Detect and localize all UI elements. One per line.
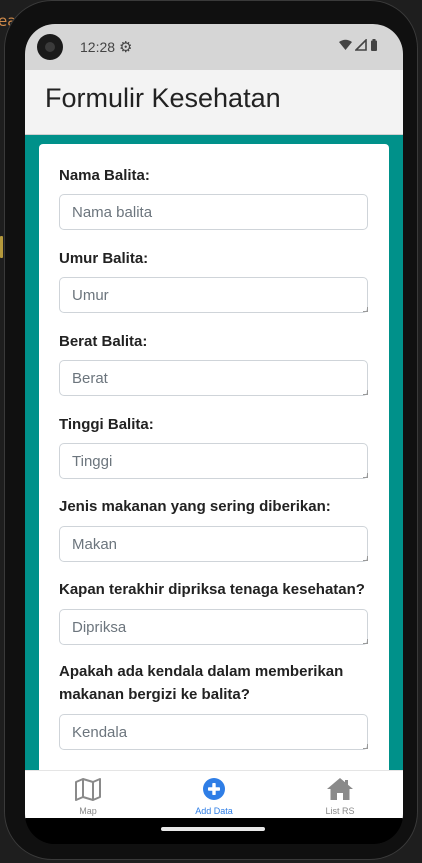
phone-frame: 12:28 ⚙ Formulir Kesehatan Nama Balita: … [4,0,418,860]
resize-handle-icon[interactable] [363,744,368,749]
nav-label-map: Map [79,806,97,816]
label-berat-balita: Berat Balita: [59,333,148,350]
home-gesture-bar[interactable] [161,827,265,831]
resize-handle-icon[interactable] [363,473,368,478]
nav-item-list-rs[interactable]: List RS [277,771,403,819]
plus-circle-icon [203,778,225,800]
status-icons [339,39,378,51]
nav-label-list-rs: List RS [325,806,355,816]
umur-balita-input[interactable] [59,277,368,313]
nav-item-add-data[interactable]: Add Data [151,771,277,819]
bottom-navigation: Map Add Data List RS [25,770,403,819]
resize-handle-icon[interactable] [363,556,368,561]
app-bar: Formulir Kesehatan [25,70,403,135]
label-umur-balita: Umur Balita: [59,250,149,267]
terakhir-diperiksa-input[interactable] [59,609,368,645]
wifi-icon [339,39,352,50]
gesture-area [25,818,403,844]
background-marker [0,236,3,258]
nama-balita-input[interactable] [59,194,368,230]
kendala-input[interactable] [59,714,368,750]
front-camera [37,34,63,60]
nav-item-map[interactable]: Map [25,771,151,819]
health-form-card: Nama Balita: Umur Balita: Berat Balita: … [39,144,389,770]
tinggi-balita-input[interactable] [59,443,368,479]
page-title: Formulir Kesehatan [45,83,281,113]
form-content-area[interactable]: Nama Balita: Umur Balita: Berat Balita: … [25,135,403,770]
resize-handle-icon[interactable] [363,639,368,644]
label-jenis-makanan: Jenis makanan yang sering diberikan: [59,498,331,515]
label-terakhir-diperiksa: Kapan terakhir dipriksa tenaga kesehatan… [59,581,365,598]
status-time: 12:28 [80,39,116,55]
battery-icon [371,39,377,51]
label-kendala: Apakah ada kendala dalam memberikan maka… [59,663,344,703]
settings-icon: ⚙ [119,39,133,56]
jenis-makanan-input[interactable] [59,526,368,562]
home-icon [327,778,353,800]
resize-handle-icon[interactable] [363,390,368,395]
resize-handle-icon[interactable] [363,307,368,312]
label-tinggi-balita: Tinggi Balita: [59,416,154,433]
status-bar: 12:28 ⚙ [25,24,403,70]
signal-icon [355,39,367,51]
phone-screen: 12:28 ⚙ Formulir Kesehatan Nama Balita: … [25,24,403,844]
nav-label-add-data: Add Data [195,806,233,816]
berat-balita-input[interactable] [59,360,368,396]
label-nama-balita: Nama Balita: [59,167,150,184]
map-icon [75,778,101,801]
